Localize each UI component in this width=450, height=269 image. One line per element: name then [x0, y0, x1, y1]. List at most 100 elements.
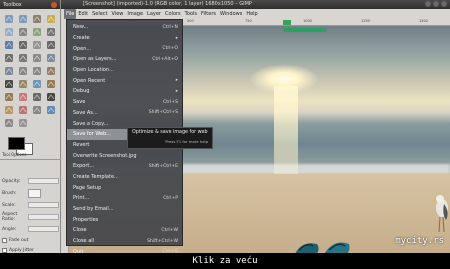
- menu-help[interactable]: Help: [244, 9, 259, 19]
- zoom-icon[interactable]: [17, 39, 29, 50]
- file-menu-item[interactable]: Overwrite Screenshot.jpg: [67, 150, 182, 161]
- tool-options-panel: Opacity: Brush: Scale: Aspect Ratio: Ang…: [2, 175, 59, 255]
- paintbrush-icon[interactable]: [3, 91, 15, 102]
- pencil-icon[interactable]: [45, 78, 57, 89]
- angle-slider[interactable]: [28, 226, 59, 232]
- file-menu-item-label: New...: [73, 24, 89, 31]
- file-menu-item-label: Debug: [73, 88, 90, 95]
- brush-row: Brush:: [2, 187, 59, 199]
- ruler-tick-label: 750: [245, 19, 252, 23]
- foreground-select-icon[interactable]: [31, 26, 43, 37]
- blend-icon[interactable]: [31, 78, 43, 89]
- tool-options-tab[interactable]: Tool Options: [2, 152, 26, 157]
- fuzzy-select-icon[interactable]: [45, 13, 57, 24]
- file-menu-item[interactable]: Open Recent ▸: [67, 75, 182, 86]
- file-menu-item-shortcut: ▸: [175, 35, 178, 41]
- rect-select-icon[interactable]: [3, 13, 15, 24]
- menu-image[interactable]: Image: [125, 9, 145, 19]
- seagull-image: [432, 195, 448, 233]
- file-menu-item-label: Open Recent: [73, 77, 106, 84]
- color-select-icon[interactable]: [3, 26, 15, 37]
- angle-row: Angle:: [2, 223, 59, 235]
- brush-selector[interactable]: [28, 188, 41, 198]
- crop-icon[interactable]: [17, 52, 29, 63]
- file-menu-item[interactable]: Close all Shift+Ctrl+W: [67, 236, 182, 247]
- menu-filters[interactable]: Filters: [199, 9, 218, 19]
- file-menu-item-shortcut: Shift+Ctrl+W: [147, 238, 178, 244]
- lasso-icon[interactable]: [31, 13, 43, 24]
- paths-icon[interactable]: [45, 26, 57, 37]
- menu-file[interactable]: File: [64, 9, 77, 19]
- file-menu-item[interactable]: Open Location...: [67, 65, 182, 76]
- menu-edit[interactable]: Edit: [76, 9, 90, 19]
- ink-icon[interactable]: [45, 91, 57, 102]
- eraser-icon[interactable]: [17, 91, 29, 102]
- fade-out-checkbox[interactable]: [2, 237, 7, 243]
- bucket-fill-icon[interactable]: [17, 78, 29, 89]
- file-menu-item[interactable]: Close Ctrl+W: [67, 225, 182, 236]
- maximize-icon[interactable]: [433, 1, 439, 7]
- file-menu-item[interactable]: Create ▸: [67, 33, 182, 44]
- aspect-ratio-slider[interactable]: [28, 214, 59, 220]
- clone-icon[interactable]: [3, 104, 15, 115]
- file-menu-item-shortcut: Ctrl+W: [161, 227, 178, 233]
- dodge-burn-icon[interactable]: [17, 117, 29, 128]
- fade-out-option[interactable]: Fade out: [2, 235, 59, 245]
- rotate-icon[interactable]: [31, 52, 43, 63]
- scale-slider[interactable]: [28, 202, 59, 208]
- menu-select[interactable]: Select: [90, 9, 109, 19]
- menu-colors[interactable]: Colors: [163, 9, 183, 19]
- heal-icon[interactable]: [17, 104, 29, 115]
- airbrush-icon[interactable]: [31, 91, 43, 102]
- file-menu-item[interactable]: Open as Layers... Ctrl+Alt+O: [67, 54, 182, 65]
- opacity-slider[interactable]: [28, 178, 59, 184]
- file-menu-item[interactable]: Send by Email...: [67, 204, 182, 215]
- tool-options-label: Tool Options: [2, 152, 27, 157]
- perspective-icon[interactable]: [17, 65, 29, 76]
- text-icon[interactable]: [3, 78, 15, 89]
- blur-icon[interactable]: [45, 104, 57, 115]
- file-menu-item-label: Create: [73, 35, 90, 42]
- color-picker-icon[interactable]: [3, 39, 15, 50]
- move-icon[interactable]: [45, 39, 57, 50]
- tooltip: Optimize & save image for web Press F1 f…: [127, 127, 213, 149]
- scale-icon[interactable]: [45, 52, 57, 63]
- toolbox-titlebar: Toolbox: [0, 0, 60, 9]
- minimize-icon[interactable]: [425, 1, 431, 7]
- file-menu-item[interactable]: New... Ctrl+N: [67, 22, 182, 33]
- file-menu-item-shortcut: Shift+Ctrl+E: [148, 163, 178, 169]
- file-menu-item-label: Create Template...: [73, 173, 119, 180]
- ellipse-select-icon[interactable]: [17, 13, 29, 24]
- file-menu-item[interactable]: Export... Shift+Ctrl+E: [67, 161, 182, 172]
- align-icon[interactable]: [3, 52, 15, 63]
- close-icon[interactable]: [51, 1, 57, 8]
- file-menu-item[interactable]: Debug ▸: [67, 86, 182, 97]
- flip-icon[interactable]: [31, 65, 43, 76]
- caption-link[interactable]: Klik za veću: [0, 253, 450, 269]
- cage-icon[interactable]: [45, 65, 57, 76]
- shear-icon[interactable]: [3, 65, 15, 76]
- measure-icon[interactable]: [31, 39, 43, 50]
- scissors-icon[interactable]: [17, 26, 29, 37]
- file-menu-item[interactable]: Page Setup: [67, 182, 182, 193]
- menubar: File Edit Select View Image Layer Colors Tools F…: [61, 9, 450, 19]
- tooltip-hint: Press F1 for more help: [165, 139, 208, 144]
- file-menu-item[interactable]: Create Template...: [67, 172, 182, 183]
- smudge-icon[interactable]: [3, 117, 15, 128]
- perspective-clone-icon[interactable]: [31, 104, 43, 115]
- menu-layer[interactable]: Layer: [145, 9, 163, 19]
- menu-view[interactable]: View: [110, 9, 126, 19]
- file-menu-item[interactable]: Save Ctrl+S: [67, 97, 182, 108]
- apply-jitter-checkbox[interactable]: [2, 247, 7, 253]
- menu-tools[interactable]: Tools: [183, 9, 199, 19]
- file-menu-item[interactable]: Properties: [67, 214, 182, 225]
- file-menu-item-shortcut: Ctrl+S: [163, 99, 178, 105]
- file-menu-item-label: Close: [73, 227, 87, 234]
- file-menu-item[interactable]: Save As... Shift+Ctrl+S: [67, 108, 182, 119]
- menu-windows[interactable]: Windows: [218, 9, 244, 19]
- file-menu-item[interactable]: Print... Ctrl+P: [67, 193, 182, 204]
- close-window-icon[interactable]: [441, 1, 447, 7]
- foreground-color-swatch[interactable]: [8, 137, 25, 150]
- file-menu-item[interactable]: Open... Ctrl+O: [67, 43, 182, 54]
- toolbox-title: Toolbox: [3, 1, 22, 8]
